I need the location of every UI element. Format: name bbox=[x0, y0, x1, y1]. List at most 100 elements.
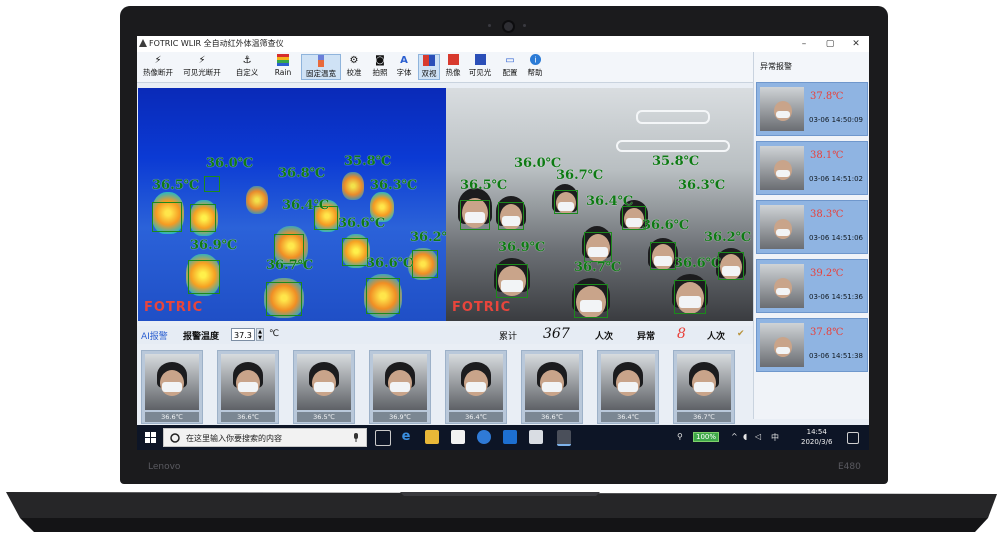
fixed-range-button[interactable]: 固定温宽 bbox=[301, 54, 341, 80]
face-box bbox=[152, 202, 182, 232]
people-icon[interactable]: ⚲ bbox=[677, 432, 683, 441]
notification-icon[interactable] bbox=[847, 432, 859, 444]
search-placeholder: 在这里输入你要搜索的内容 bbox=[186, 434, 282, 443]
temp-label: 36.9℃ bbox=[498, 240, 546, 255]
system-clock[interactable]: 14:54 2020/3/6 bbox=[801, 427, 832, 447]
alarm-item[interactable]: 37.8℃ 03-06 14:51:38 bbox=[756, 318, 868, 372]
video-view[interactable]: 36.5℃ 36.0℃ 36.8℃ 35.8℃ 36.3℃ 36.6℃ 36.4… bbox=[138, 88, 753, 321]
snapshot-card[interactable]: 36.4℃ bbox=[597, 350, 659, 424]
alarm-item[interactable]: 38.1℃ 03-06 14:51:02 bbox=[756, 141, 868, 195]
temp-label: 36.9℃ bbox=[190, 238, 238, 253]
chevron-up-icon[interactable]: ^ bbox=[731, 432, 738, 441]
battery-indicator[interactable]: 100% bbox=[693, 432, 720, 442]
alarm-item[interactable]: 38.3℃ 03-06 14:51:06 bbox=[756, 200, 868, 254]
model-badge: E480 bbox=[838, 462, 861, 472]
help-button[interactable]: i 帮助 bbox=[523, 54, 547, 80]
minimize-button[interactable]: – bbox=[797, 37, 811, 51]
snapshot-temp: 36.9℃ bbox=[373, 412, 427, 422]
snapshot-card[interactable]: 36.9℃ bbox=[369, 350, 431, 424]
dual-view-icon bbox=[419, 55, 439, 69]
laptop-base bbox=[6, 492, 997, 532]
file-explorer-icon[interactable] bbox=[425, 430, 439, 444]
title-bar: FOTRIC WLIR 全自动红外体温筛查仪 – ▢ ✕ bbox=[137, 36, 869, 53]
snapshot-strip: 36.6℃ 36.6℃ 36.5℃ 36.9℃ 36.4℃ 36.6℃ 36.4… bbox=[137, 346, 753, 425]
sensor-dot bbox=[523, 24, 526, 27]
visible-view-icon bbox=[466, 54, 494, 68]
snapshot-button[interactable]: ◙ 拍照 bbox=[369, 54, 391, 80]
threshold-input[interactable]: 37.3 bbox=[231, 328, 255, 341]
temp-label: 35.8℃ bbox=[652, 154, 700, 169]
volume-icon[interactable]: ◁ bbox=[755, 432, 761, 441]
task-view-icon[interactable] bbox=[375, 430, 391, 446]
network-icon[interactable]: ◖ bbox=[743, 432, 747, 441]
thermal-disconnect-button[interactable]: ⚡ 热像断开 bbox=[139, 54, 177, 80]
abnormal-label: 异常 bbox=[637, 332, 656, 342]
temp-label: 36.0℃ bbox=[514, 156, 562, 171]
alarm-thumbnail bbox=[760, 323, 804, 367]
face-box bbox=[674, 280, 706, 314]
face-box bbox=[204, 176, 220, 192]
ai-alarm-label[interactable]: AI报警 bbox=[141, 329, 168, 342]
face-box bbox=[554, 190, 578, 214]
snapshot-card[interactable]: 36.6℃ bbox=[217, 350, 279, 424]
snapshot-card[interactable]: 36.7℃ bbox=[673, 350, 735, 424]
face-box bbox=[718, 252, 744, 280]
brand-logo: Lenovo bbox=[148, 462, 181, 472]
palette-button[interactable]: Rain bbox=[268, 54, 298, 80]
threshold-stepper[interactable]: ▲ ▼ bbox=[256, 328, 264, 341]
edge-icon[interactable]: e bbox=[399, 430, 413, 444]
close-button[interactable]: ✕ bbox=[849, 37, 863, 51]
snapshot-card[interactable]: 36.6℃ bbox=[141, 350, 203, 424]
heat-blob bbox=[246, 186, 268, 214]
temp-label: 35.8℃ bbox=[344, 154, 392, 169]
total-label: 累计 bbox=[499, 332, 518, 342]
fotric-app-icon[interactable] bbox=[557, 430, 571, 446]
taskbar-search[interactable]: 在这里输入你要搜索的内容 bbox=[163, 428, 367, 447]
snapshot-temp: 36.6℃ bbox=[525, 412, 579, 422]
maximize-button[interactable]: ▢ bbox=[823, 37, 837, 51]
alarm-temperature: 37.8℃ bbox=[810, 91, 844, 102]
pin-icon[interactable]: ✔ bbox=[737, 329, 745, 339]
microphone-icon[interactable] bbox=[352, 433, 360, 443]
help-icon: i bbox=[523, 54, 547, 68]
app-blue-icon[interactable] bbox=[477, 430, 491, 444]
total-unit: 人次 bbox=[595, 332, 614, 342]
alarm-time: 03-06 14:51:36 bbox=[809, 293, 864, 301]
snapshot-card[interactable]: 36.6℃ bbox=[521, 350, 583, 424]
clock-time: 14:54 bbox=[806, 428, 827, 436]
alarm-item[interactable]: 39.2℃ 03-06 14:51:36 bbox=[756, 259, 868, 313]
snapshot-card[interactable]: 36.5℃ bbox=[293, 350, 355, 424]
input-method[interactable]: 中 bbox=[771, 432, 779, 443]
temp-label: 36.7℃ bbox=[266, 258, 314, 273]
dual-view-button[interactable]: 双视 bbox=[418, 54, 440, 80]
font-button[interactable]: A 字体 bbox=[393, 54, 415, 80]
visible-view-button[interactable]: 可见光 bbox=[466, 54, 494, 80]
svg-text:i: i bbox=[534, 56, 536, 65]
app-icon bbox=[139, 39, 147, 47]
camera-icon: ◙ bbox=[375, 55, 385, 66]
alarm-temperature: 37.8℃ bbox=[810, 327, 844, 338]
alarm-list: 37.8℃ 03-06 14:50:09 38.1℃ 03-06 14:51:0… bbox=[753, 82, 869, 419]
windows-start-icon[interactable] bbox=[145, 432, 156, 443]
custom-button[interactable]: ⚓ 自定义 bbox=[230, 54, 264, 80]
snapshot-card[interactable]: 36.4℃ bbox=[445, 350, 507, 424]
snapshot-image bbox=[525, 354, 579, 410]
alarm-item[interactable]: 37.8℃ 03-06 14:50:09 bbox=[756, 82, 868, 136]
app-gray-icon[interactable] bbox=[529, 430, 543, 444]
thermal-view-button[interactable]: 热像 bbox=[442, 54, 464, 80]
snapshot-image bbox=[221, 354, 275, 410]
screen: FOTRIC WLIR 全自动红外体温筛查仪 – ▢ ✕ ⚡ 热像断开 ⚡ 可见… bbox=[137, 36, 869, 450]
ceiling-light bbox=[616, 140, 730, 152]
store-icon[interactable] bbox=[451, 430, 465, 444]
calibrate-button[interactable]: ⚙ 校准 bbox=[343, 54, 365, 80]
face-box bbox=[366, 278, 400, 314]
font-icon: A bbox=[400, 55, 408, 66]
config-button[interactable]: ▭ 配置 bbox=[499, 54, 521, 80]
clock-date: 2020/3/6 bbox=[801, 438, 833, 446]
alarm-thumbnail bbox=[760, 264, 804, 308]
visible-disconnect-button[interactable]: ⚡ 可见光断开 bbox=[179, 54, 225, 80]
temp-label: 36.6℃ bbox=[674, 256, 722, 271]
abnormal-unit: 人次 bbox=[707, 332, 726, 342]
abnormal-count: 8 bbox=[677, 326, 686, 342]
mail-icon[interactable] bbox=[503, 430, 517, 444]
